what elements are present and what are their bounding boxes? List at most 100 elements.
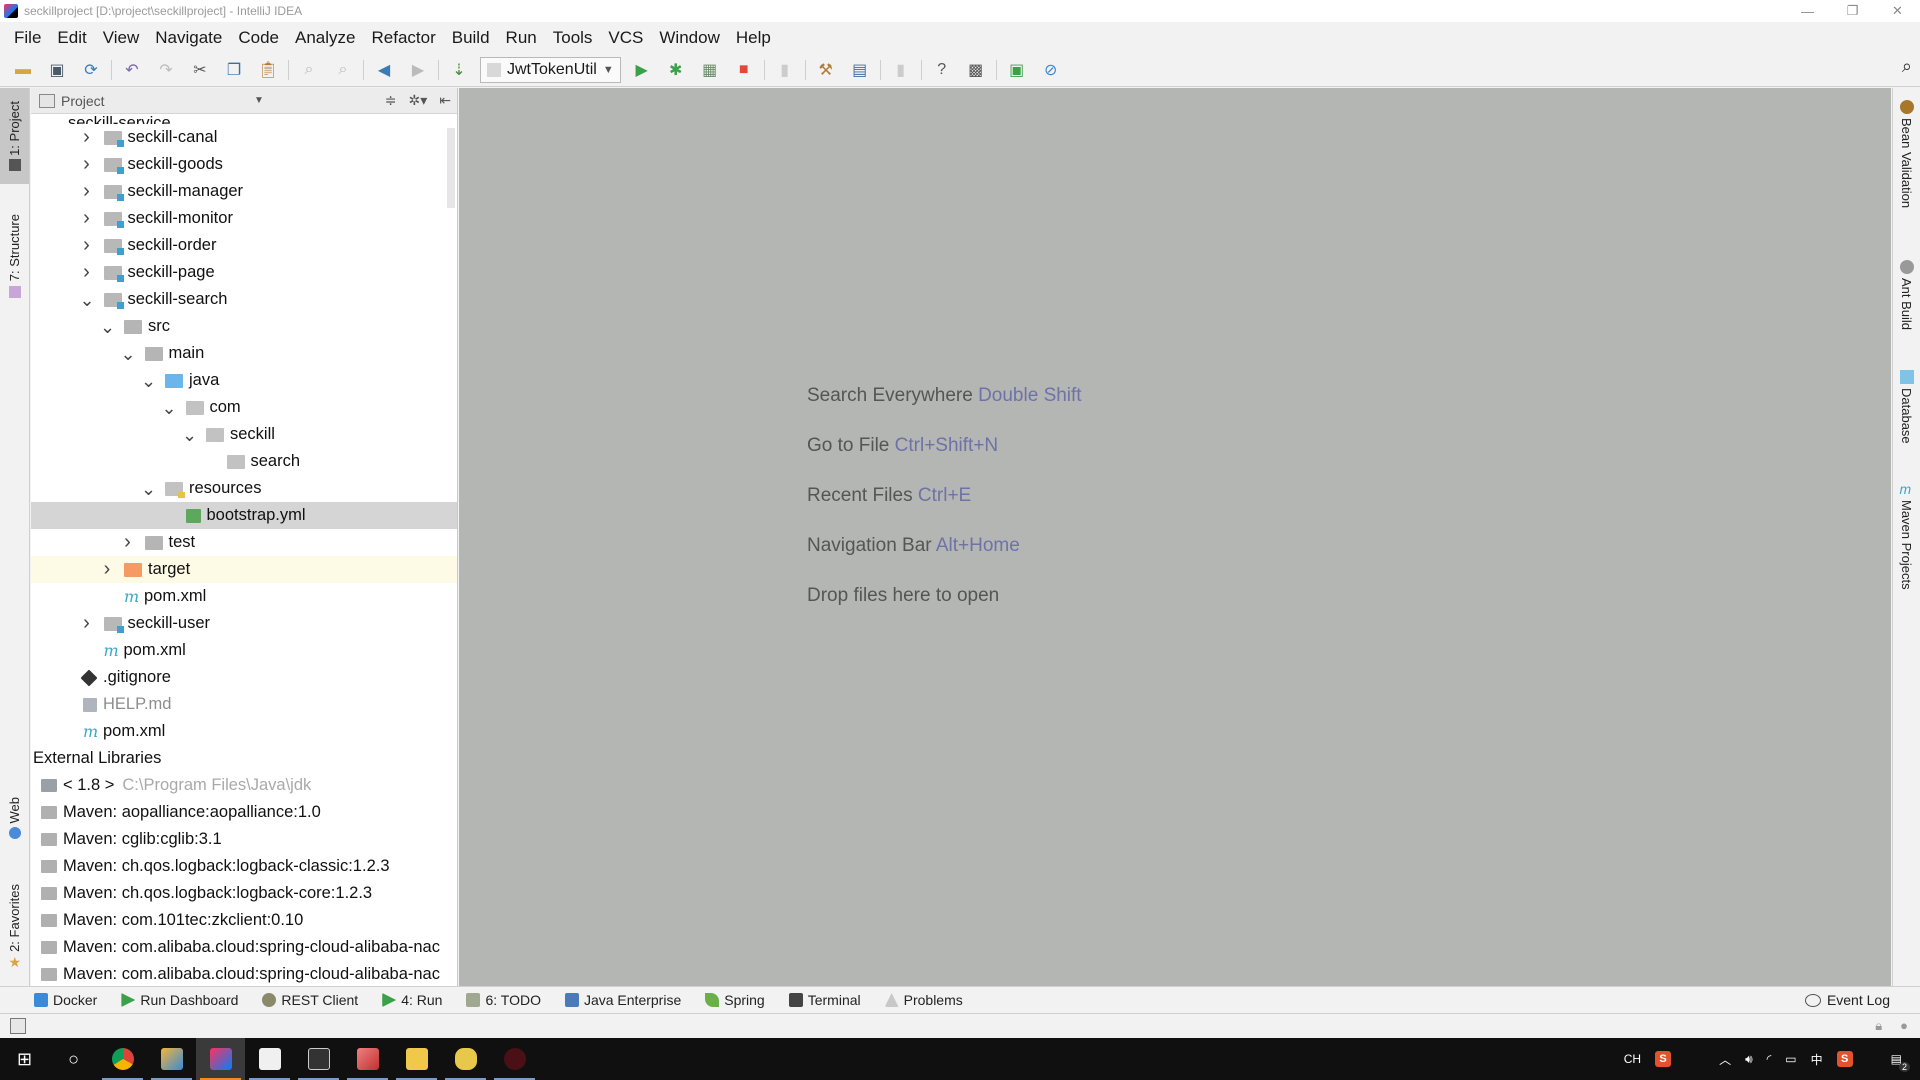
menu-window[interactable]: Window xyxy=(651,28,727,48)
tree-row-jdk[interactable]: < 1.8 > C:\Program Files\Java\jdk xyxy=(31,772,457,799)
tree-row[interactable]: m pom.xml xyxy=(31,583,457,610)
coverage-icon[interactable]: ▦ xyxy=(693,56,727,84)
chevron-right-icon[interactable]: › xyxy=(100,558,114,581)
tool-tab-java-enterprise[interactable]: Java Enterprise xyxy=(564,992,681,1008)
sogou-ime-icon[interactable]: S xyxy=(1655,1051,1672,1067)
taskbar-typora[interactable] xyxy=(245,1038,294,1080)
collapse-all-icon[interactable]: ≑ xyxy=(385,92,397,109)
chevron-down-icon[interactable]: ⌄ xyxy=(141,480,156,498)
chevron-right-icon[interactable]: › xyxy=(80,153,94,176)
close-button[interactable]: ✕ xyxy=(1875,0,1920,22)
chevron-right-icon[interactable]: › xyxy=(80,180,94,203)
copy-icon[interactable]: ❐ xyxy=(217,56,251,84)
tool-windows-toggle-icon[interactable] xyxy=(10,1018,26,1034)
taskbar-intellij[interactable] xyxy=(196,1038,245,1080)
lock-icon[interactable]: 🔒︎ xyxy=(1875,1018,1882,1034)
taskbar-app-dark-red[interactable] xyxy=(490,1038,539,1080)
tree-row[interactable]: › seckill-goods xyxy=(31,151,457,178)
tool-tab-structure[interactable]: 7: Structure xyxy=(0,206,29,306)
tree-row-library[interactable]: Maven: com.alibaba.cloud:spring-cloud-al… xyxy=(31,934,457,961)
tree-row-library[interactable]: Maven: ch.qos.logback:logback-core:1.2.3 xyxy=(31,880,457,907)
editor-area[interactable]: Search Everywhere Double Shift Go to Fil… xyxy=(459,88,1891,986)
taskbar-toolbox[interactable] xyxy=(147,1038,196,1080)
tree-row[interactable]: › seckill-order xyxy=(31,232,457,259)
back-icon[interactable]: ◀ xyxy=(367,56,401,84)
battery-icon[interactable]: ▭ xyxy=(1785,1052,1796,1066)
tree-row[interactable]: ⌄ src xyxy=(31,313,457,340)
tool-tab-favorites[interactable]: 2: Favorites ★ xyxy=(0,876,29,976)
replace-icon[interactable]: ⌕ xyxy=(326,56,360,84)
tree-row-external-libraries[interactable]: External Libraries xyxy=(31,745,457,772)
tree-row-library[interactable]: Maven: com.alibaba.cloud:spring-cloud-al… xyxy=(31,961,457,986)
tree-row-library[interactable]: Maven: com.101tec:zkclient:0.10 xyxy=(31,907,457,934)
tree-row[interactable]: › seckill-page xyxy=(31,259,457,286)
tool-tab-terminal[interactable]: Terminal xyxy=(788,992,861,1008)
build-icon[interactable]: ⇣ xyxy=(442,56,476,84)
tree-row[interactable]: ⌄ resources xyxy=(31,475,457,502)
attach-debugger-icon[interactable]: ▮ xyxy=(768,56,802,84)
tool-tab-database[interactable]: Database xyxy=(1893,370,1920,444)
tree-row[interactable]: m pom.xml xyxy=(31,637,457,664)
minimize-button[interactable]: — xyxy=(1785,0,1830,22)
tree-scrollbar[interactable] xyxy=(447,128,455,208)
wifi-icon[interactable]: ◜ xyxy=(1767,1052,1772,1066)
tree-row[interactable]: bootstrap.yml xyxy=(31,502,457,529)
redo-icon[interactable]: ↷ xyxy=(149,56,183,84)
tool-tab-bean-validation[interactable]: Bean Validation xyxy=(1893,100,1920,208)
chevron-right-icon[interactable]: › xyxy=(80,126,94,149)
input-language[interactable]: CH xyxy=(1624,1052,1641,1066)
chevron-right-icon[interactable]: › xyxy=(121,531,135,554)
menu-edit[interactable]: Edit xyxy=(49,28,94,48)
run-icon[interactable]: ▶ xyxy=(625,56,659,84)
tree-row[interactable]: HELP.md xyxy=(31,691,457,718)
tree-row[interactable]: ⌄ main xyxy=(31,340,457,367)
folder-open-icon[interactable]: ▬ xyxy=(6,56,40,84)
tree-row[interactable]: › seckill-user xyxy=(31,610,457,637)
find-icon[interactable]: ⌕ xyxy=(292,56,326,84)
chevron-right-icon[interactable]: › xyxy=(80,261,94,284)
menu-build[interactable]: Build xyxy=(444,28,498,48)
tool-tab-spring[interactable]: Spring xyxy=(705,992,765,1008)
project-view-selector[interactable]: Project xyxy=(61,93,105,109)
tool-tab-run[interactable]: 4: Run xyxy=(382,992,442,1008)
volume-icon[interactable]: 🔊︎ xyxy=(1745,1052,1753,1067)
cut-icon[interactable]: ✂ xyxy=(183,56,217,84)
monitor-icon[interactable]: ▣ xyxy=(1000,56,1034,84)
menu-help[interactable]: Help xyxy=(728,28,779,48)
plugin-icon[interactable]: ▩ xyxy=(959,56,993,84)
tool-tab-rest-client[interactable]: REST Client xyxy=(262,992,358,1008)
paste-icon[interactable]: 📋︎ xyxy=(251,56,285,84)
menu-run[interactable]: Run xyxy=(498,28,545,48)
power-save-icon[interactable]: ⊘ xyxy=(1034,56,1068,84)
chevron-right-icon[interactable]: › xyxy=(80,207,94,230)
restore-button[interactable]: ❐ xyxy=(1830,0,1875,22)
tool-tab-problems[interactable]: Problems xyxy=(884,992,963,1008)
forward-icon[interactable]: ▶ xyxy=(401,56,435,84)
tree-row[interactable]: ⌄ com xyxy=(31,394,457,421)
tree-row[interactable]: › seckill-manager xyxy=(31,178,457,205)
tree-row-library[interactable]: Maven: cglib:cglib:3.1 xyxy=(31,826,457,853)
undo-icon[interactable]: ↶ xyxy=(115,56,149,84)
chevron-down-icon[interactable]: ⌄ xyxy=(100,318,115,336)
menu-vcs[interactable]: VCS xyxy=(600,28,651,48)
chevron-right-icon[interactable]: › xyxy=(80,234,94,257)
menu-refactor[interactable]: Refactor xyxy=(363,28,443,48)
tree-row-partial[interactable]: seckill-service xyxy=(31,114,457,124)
search-icon[interactable]: ⌕ xyxy=(1902,56,1912,77)
tree-row[interactable]: › target xyxy=(31,556,457,583)
taskbar-file-explorer[interactable] xyxy=(392,1038,441,1080)
tree-row[interactable]: m pom.xml xyxy=(31,718,457,745)
project-structure-icon[interactable]: ⚒ xyxy=(809,56,843,84)
menu-file[interactable]: File xyxy=(6,28,49,48)
menu-view[interactable]: View xyxy=(95,28,148,48)
menu-navigate[interactable]: Navigate xyxy=(147,28,230,48)
chevron-right-icon[interactable]: › xyxy=(80,612,94,635)
notification-center-icon[interactable]: ▤ 2 xyxy=(1891,1052,1910,1072)
tree-row[interactable]: › test xyxy=(31,529,457,556)
menu-code[interactable]: Code xyxy=(230,28,287,48)
vcs-icon[interactable]: ▮ xyxy=(884,56,918,84)
gear-icon[interactable]: ✲▾ xyxy=(409,92,428,109)
chevron-down-icon[interactable]: ⌄ xyxy=(162,399,177,417)
chevron-down-icon[interactable]: ⌄ xyxy=(121,345,136,363)
ime-mode[interactable]: 中 xyxy=(1811,1051,1823,1068)
